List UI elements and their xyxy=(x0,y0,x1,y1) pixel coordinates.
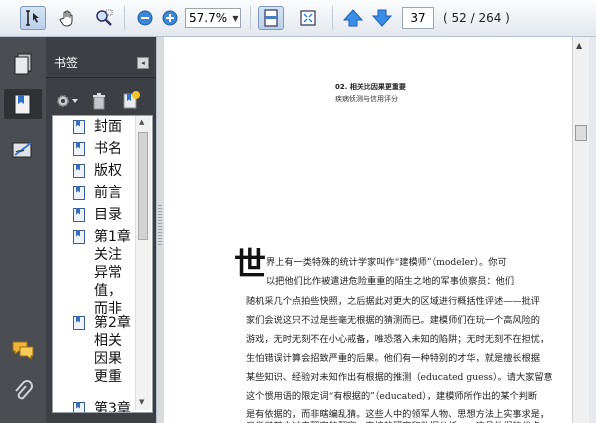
scroll-down-icon[interactable]: ▼ xyxy=(139,398,144,406)
arrow-down-icon xyxy=(372,9,392,27)
bookmark-label: 封面 xyxy=(94,119,122,135)
toolbar-separator xyxy=(250,6,251,30)
page-number-input[interactable]: 37 xyxy=(402,7,434,29)
bookmark-icon xyxy=(73,120,85,134)
bookmark-label: 前言 xyxy=(94,185,122,201)
body-text-line: 某些知识、经验对未知作出有根据的推测（educated guess）。请大家留意 xyxy=(246,372,553,383)
navigation-rail xyxy=(0,37,46,423)
delete-bookmark-button[interactable] xyxy=(91,91,109,111)
zoom-level-value: 57.7% xyxy=(189,11,228,25)
chevron-left-icon: ◂ xyxy=(141,59,145,67)
magnifier-icon xyxy=(96,9,113,26)
comment-icon xyxy=(12,341,34,360)
body-text-line: 这个惯用语的限定词“有根据的”（educated），建模师所作出的某个判断 xyxy=(246,391,538,402)
drop-cap: 世 xyxy=(234,245,267,283)
comments-panel-button[interactable] xyxy=(8,335,38,365)
bookmark-icon xyxy=(73,208,85,222)
bookmark-icon xyxy=(73,142,85,156)
body-text-line: 家们会说这只不过是些毫无根据的猜测而已。建模师们在玩一个高风险的 xyxy=(246,315,540,326)
scrollbar-thumb[interactable] xyxy=(575,125,587,141)
bookmark-label: 版权 xyxy=(94,163,122,179)
arrow-up-icon xyxy=(343,9,363,27)
fit-page-icon xyxy=(264,9,278,27)
page-number-value: 37 xyxy=(410,11,426,25)
text-cursor-icon xyxy=(26,10,39,26)
bookmark-label: 书名 xyxy=(94,141,122,157)
page-header-subtitle: 疾病侦测与信用评分 xyxy=(335,95,398,103)
toolbar: 57.7% ▼ 37 ( 52 / 264 ) xyxy=(0,0,596,37)
panel-divider xyxy=(46,77,156,78)
previous-page-button[interactable] xyxy=(342,6,364,30)
bookmark-item[interactable]: 第2章相关因果更重 xyxy=(53,314,137,386)
bookmark-item[interactable]: 第1章关注异常值，而非 xyxy=(53,228,137,318)
hand-tool-button[interactable] xyxy=(55,6,81,30)
bookmark-icon xyxy=(73,230,85,244)
scroll-up-icon[interactable]: ▲ xyxy=(576,41,582,50)
bookmark-label: 第2章相关因果更重 xyxy=(94,315,131,385)
splitter-grip xyxy=(158,205,162,245)
page-count-label: ( 52 / 264 ) xyxy=(443,11,510,25)
bookmark-item[interactable]: 书名 xyxy=(53,140,137,158)
bookmark-options-button[interactable] xyxy=(55,91,79,111)
window-edge xyxy=(589,37,596,423)
bookmark-scrollbar[interactable]: ▲ ▼ xyxy=(135,116,151,410)
new-bookmark-icon xyxy=(123,91,140,109)
toolbar-separator xyxy=(332,6,333,30)
zoom-dropdown-button[interactable]: ▼ xyxy=(230,8,241,28)
zoom-out-icon xyxy=(137,10,153,26)
collapse-panel-button[interactable]: ◂ xyxy=(137,57,149,69)
next-page-button[interactable] xyxy=(371,6,393,30)
bookmark-icon xyxy=(73,402,85,412)
attachments-panel-button[interactable] xyxy=(8,377,38,407)
bookmark-item[interactable]: 封面 xyxy=(53,118,137,136)
body-text-line: 生怕错误计算会招致严重的后果。他们有一种特别的才华，就是擅长根据 xyxy=(246,353,540,364)
signature-icon xyxy=(12,142,32,158)
bookmarks-panel-button[interactable] xyxy=(4,89,42,119)
bookmark-icon xyxy=(14,94,31,115)
paperclip-icon xyxy=(15,380,33,400)
scroll-up-icon[interactable]: ▲ xyxy=(139,118,144,126)
body-text-line: 随机采几个点拍些快照，之后据此对更大的区域进行概括性评述——批评 xyxy=(246,296,540,307)
signatures-panel-button[interactable] xyxy=(8,135,38,165)
page-header-title: 02. 相关比因果更重要 xyxy=(335,83,406,91)
chevron-down-icon: ▼ xyxy=(232,13,239,23)
toolbar-separator xyxy=(124,6,125,30)
trash-icon xyxy=(93,93,105,110)
zoom-in-button[interactable] xyxy=(160,6,180,30)
bookmark-item[interactable]: 前言 xyxy=(53,184,137,202)
fit-page-button[interactable] xyxy=(258,6,284,30)
bookmark-icon xyxy=(73,186,85,200)
bookmark-label: 第3章 xyxy=(94,401,131,413)
body-text-line: 界上有一类特殊的统计学家叫作“建模师”（modeler）。你可 xyxy=(266,257,507,268)
bookmark-label: 第1章关注异常值，而非 xyxy=(94,229,131,317)
bookmark-item[interactable]: 版权 xyxy=(53,162,137,180)
bookmark-icon xyxy=(73,164,85,178)
body-text-line: 以把他们比作被遣进危险重重的陌生之地的军事侦察员：他们 xyxy=(266,276,515,287)
bookmark-item[interactable]: 第3章 xyxy=(53,400,137,413)
new-bookmark-button[interactable] xyxy=(121,90,141,110)
gear-icon xyxy=(57,95,78,107)
zoom-in-icon xyxy=(162,10,178,26)
zoom-out-button[interactable] xyxy=(135,6,155,30)
pages-panel-button[interactable] xyxy=(8,49,38,79)
hand-icon xyxy=(59,10,73,27)
bookmark-icon xyxy=(73,316,85,330)
marquee-zoom-button[interactable] xyxy=(91,6,117,30)
expand-icon xyxy=(300,10,316,26)
select-text-tool-button[interactable] xyxy=(20,6,46,30)
body-text-line: 只尝了其中过来翻究的翻察，直接的研究和数据分析——这县他们的代点 xyxy=(246,418,540,423)
body-text-line: 游戏，无时无刻不在小心戒备，唯恐落入未知的陷阱；无时无刻不在担忧， xyxy=(246,334,550,345)
fit-width-button[interactable] xyxy=(295,6,321,30)
panel-title: 书签 xyxy=(54,56,79,70)
pages-icon xyxy=(14,53,32,75)
scrollbar-thumb[interactable] xyxy=(138,132,148,240)
panel-splitter[interactable] xyxy=(156,37,164,423)
bookmark-label: 目录 xyxy=(94,207,122,223)
bookmark-item[interactable]: 目录 xyxy=(53,206,137,224)
document-scrollbar[interactable]: ▲ xyxy=(572,37,590,423)
